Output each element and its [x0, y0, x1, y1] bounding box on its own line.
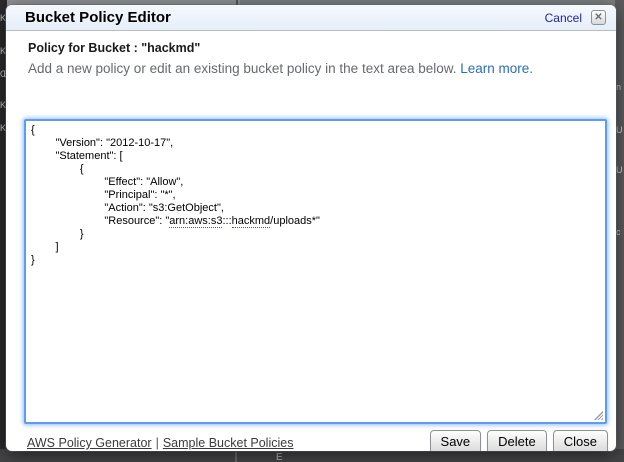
- bucket-policy-subtitle: Policy for Bucket : "hackmd": [28, 41, 200, 55]
- background-text-fragment: E: [276, 453, 283, 462]
- sample-bucket-policies-link[interactable]: Sample Bucket Policies: [163, 436, 294, 450]
- dialog-header: Bucket Policy Editor Cancel ✕: [6, 5, 616, 31]
- dialog-description: Add a new policy or edit an existing buc…: [28, 61, 533, 76]
- cancel-link[interactable]: Cancel: [545, 11, 582, 25]
- background-text-fragment: U: [616, 126, 624, 135]
- policy-text: { "Version": "2012-10-17", "Statement": …: [31, 124, 600, 267]
- footer-links: AWS Policy Generator | Sample Bucket Polic…: [27, 436, 293, 450]
- aws-policy-generator-link[interactable]: AWS Policy Generator: [27, 436, 152, 450]
- learn-more-link[interactable]: Learn more.: [460, 61, 533, 76]
- description-text: Add a new policy or edit an existing buc…: [28, 61, 457, 76]
- resize-handle-icon[interactable]: [593, 410, 603, 420]
- delete-button[interactable]: Delete: [487, 430, 547, 451]
- link-separator: |: [156, 436, 159, 450]
- dialog-button-row: Save Delete Close: [430, 430, 608, 451]
- bucket-policy-editor-dialog: Bucket Policy Editor Cancel ✕ Policy for…: [6, 5, 616, 451]
- policy-textarea[interactable]: { "Version": "2012-10-17", "Statement": …: [24, 119, 607, 424]
- background-text-fragment: c: [616, 228, 624, 237]
- screen: K K Œ K K n U U c E Bucket Policy Editor…: [0, 0, 624, 462]
- dialog-title: Bucket Policy Editor: [25, 9, 545, 26]
- background-text-fragment: U: [616, 166, 624, 175]
- background-divider: [235, 452, 237, 462]
- save-button[interactable]: Save: [430, 430, 482, 451]
- close-button[interactable]: Close: [553, 430, 608, 451]
- close-icon[interactable]: ✕: [591, 10, 606, 25]
- background-text-fragment: n: [616, 83, 624, 92]
